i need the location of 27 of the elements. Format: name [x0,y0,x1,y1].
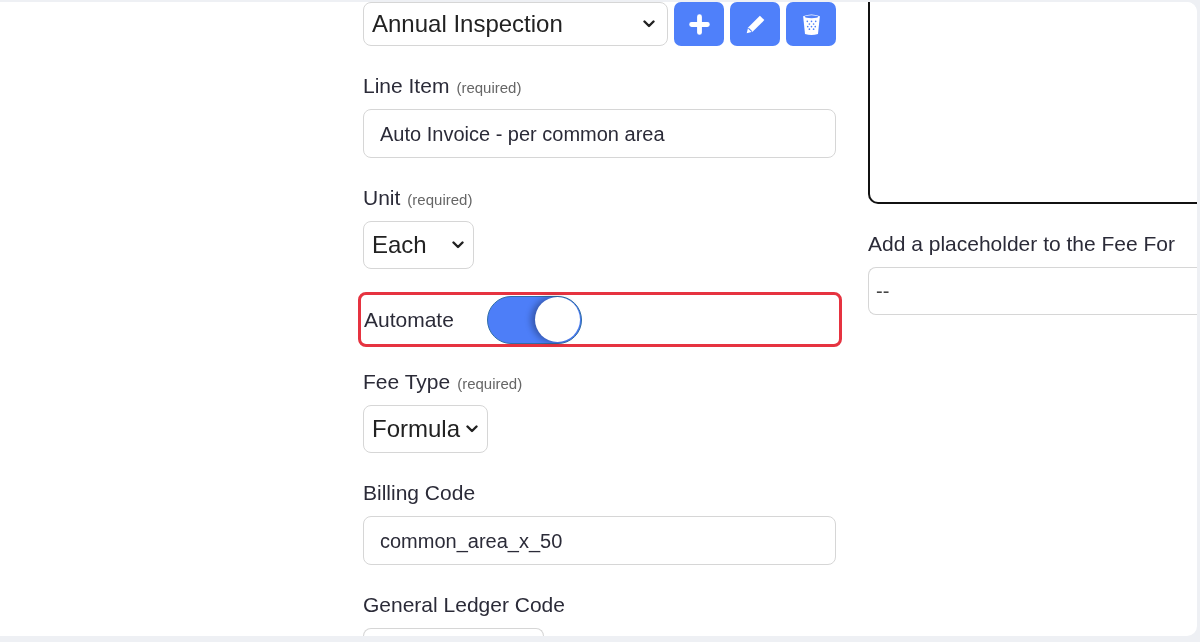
field-label: General Ledger Code [363,593,565,617]
field-label: Line Item [363,74,450,98]
dropdown[interactable]: Formula [363,405,489,453]
add-button[interactable] [674,2,724,46]
delete-button[interactable] [786,2,836,46]
text-input[interactable] [363,628,544,636]
text-input[interactable]: Auto Invoice - per common area [363,109,836,158]
required-note: (required) [456,78,522,98]
required-note: (required) [407,190,473,210]
chevron-down-icon [452,241,464,249]
toggle-label: Automate [364,306,454,333]
text-input[interactable]: -- [868,267,1197,315]
chevron-down-icon [466,425,479,433]
field-label: Unit [363,186,401,210]
chevron-down-icon [643,20,655,28]
toggle-switch[interactable] [486,295,582,344]
required-note: (required) [457,374,523,394]
wastebasket-icon [801,12,821,36]
edit-button[interactable] [730,2,780,46]
text-input[interactable]: common_area_x_50 [363,516,836,565]
pencil-icon [744,13,766,35]
dropdown[interactable]: Annual Inspection [363,2,668,46]
plus-icon [688,13,710,35]
field-label: Add a placeholder to the Fee For [868,232,1177,256]
field-label: Fee Type [363,370,451,394]
field-label: Billing Code [363,481,476,505]
dropdown[interactable]: Each [363,221,474,269]
